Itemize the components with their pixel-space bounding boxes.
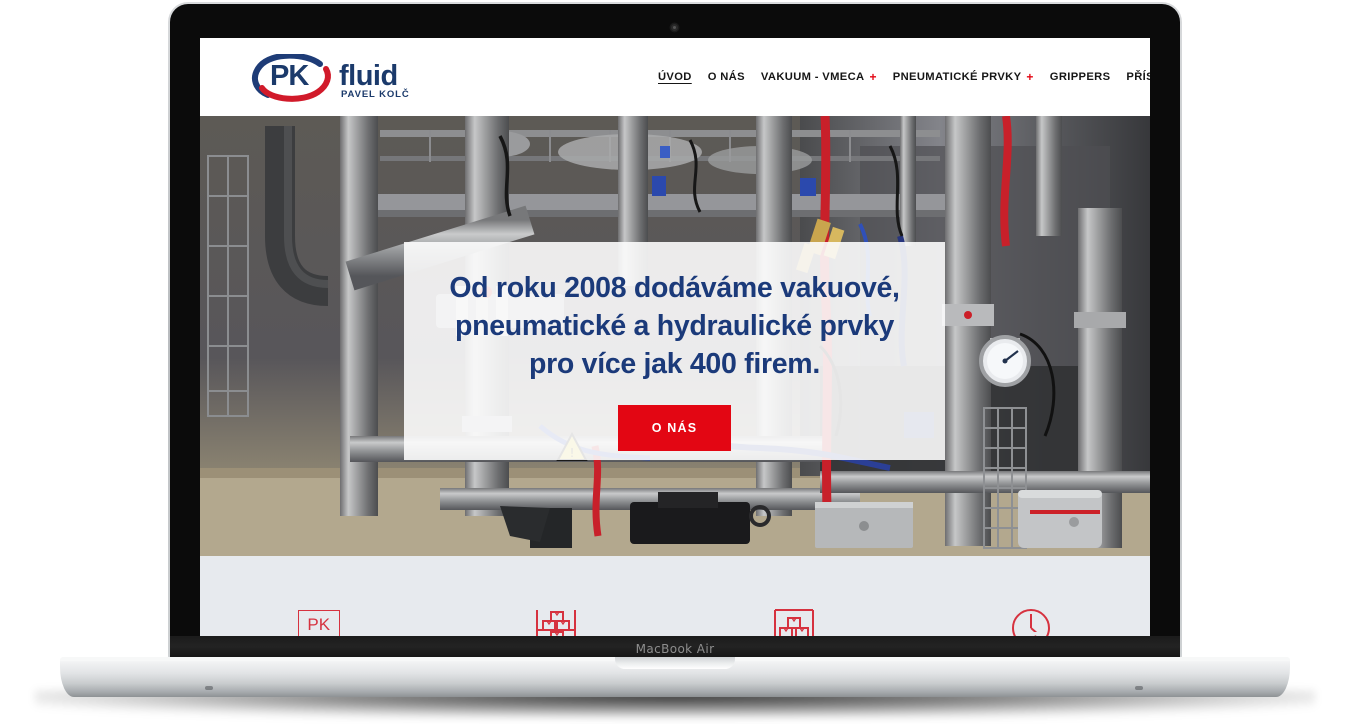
device-model-label: MacBook Air — [635, 642, 715, 656]
nav-item-pneumaticke-prvky[interactable]: PNEUMATICKÉ PRVKY + — [885, 70, 1042, 84]
nav-item-label: ÚVOD — [658, 71, 692, 83]
nav-item-label: O NÁS — [707, 71, 745, 83]
pk-badge-letters: PK — [307, 615, 331, 634]
features-row: PK 12 let — [200, 608, 1150, 636]
feature-item-stock-count[interactable]: 400 000 — [719, 608, 869, 636]
site-header: PK fluid PAVEL KOLČ ÚVOD O NÁS VAKUUM - … — [200, 38, 1150, 116]
feature-item-years[interactable]: PK 12 let — [244, 610, 394, 636]
logo-subtitle: PAVEL KOLČ — [341, 89, 410, 100]
laptop-foot-left — [205, 686, 213, 690]
nav-expand-plus-icon[interactable]: + — [869, 70, 876, 84]
clock-24-7-icon: 24/7 — [1012, 609, 1051, 636]
pressure-gauge — [979, 335, 1031, 387]
nav-item-vakuum-vmeca[interactable]: VAKUUM - VMECA + — [753, 70, 885, 84]
features-strip: PK 12 let — [200, 556, 1150, 636]
nav-item-label: PNEUMATICKÉ PRVKY — [892, 71, 1022, 83]
camera-dot-icon — [671, 24, 678, 31]
warehouse-shelf-icon — [536, 610, 577, 636]
feature-item-warehouse[interactable] — [481, 608, 631, 636]
hero-text-panel: Od roku 2008 dodáváme vakuové, pneumatic… — [404, 242, 945, 460]
nav-item-label: VAKUUM - VMECA — [760, 71, 865, 83]
stacked-boxes-icon-wrap: 400 000 — [771, 608, 817, 636]
nav-item-label: GRIPPERS — [1049, 71, 1111, 83]
nav-item-o-nas[interactable]: O NÁS — [700, 71, 753, 83]
hero-heading: Od roku 2008 dodáváme vakuové, pneumatic… — [449, 270, 900, 384]
feature-item-support[interactable]: 24/7 — [956, 608, 1106, 636]
nav-item-label: PŘÍSLUŠENSTVÍ — [1126, 71, 1150, 83]
hero-heading-line-3: pro více jak 400 firem. — [529, 347, 820, 380]
nav-item-prislusenstvi[interactable]: PŘÍSLUŠENSTVÍ + — [1118, 70, 1150, 84]
hero-cta-button[interactable]: O NÁS — [617, 404, 732, 451]
laptop-open-notch — [615, 657, 735, 669]
site-logo[interactable]: PK fluid PAVEL KOLČ — [248, 52, 443, 104]
nav-item-uvod[interactable]: ÚVOD — [650, 71, 700, 83]
hero-heading-line-1: Od roku 2008 dodáváme vakuové, — [449, 272, 900, 304]
laptop-mockup: PK fluid PAVEL KOLČ ÚVOD O NÁS VAKUUM - … — [0, 0, 1350, 724]
nav-expand-plus-icon[interactable]: + — [1026, 70, 1033, 84]
hero-section: ! Od roku 2008 dodáváme vakuové, pneumat… — [200, 116, 1150, 556]
stacked-boxes-icon — [773, 609, 814, 636]
logo-text-pk: PK — [270, 60, 309, 92]
main-nav: ÚVOD O NÁS VAKUUM - VMECA + PNEUMATICKÉ … — [650, 38, 1150, 116]
laptop-foot-right — [1135, 686, 1143, 690]
nav-item-grippers[interactable]: GRIPPERS — [1042, 71, 1119, 83]
pk-years-badge-icon: PK 12 let — [297, 610, 340, 636]
screen-viewport: PK fluid PAVEL KOLČ ÚVOD O NÁS VAKUUM - … — [200, 38, 1150, 636]
hero-heading-line-2: pneumatické a hydraulické prvky — [455, 309, 894, 342]
